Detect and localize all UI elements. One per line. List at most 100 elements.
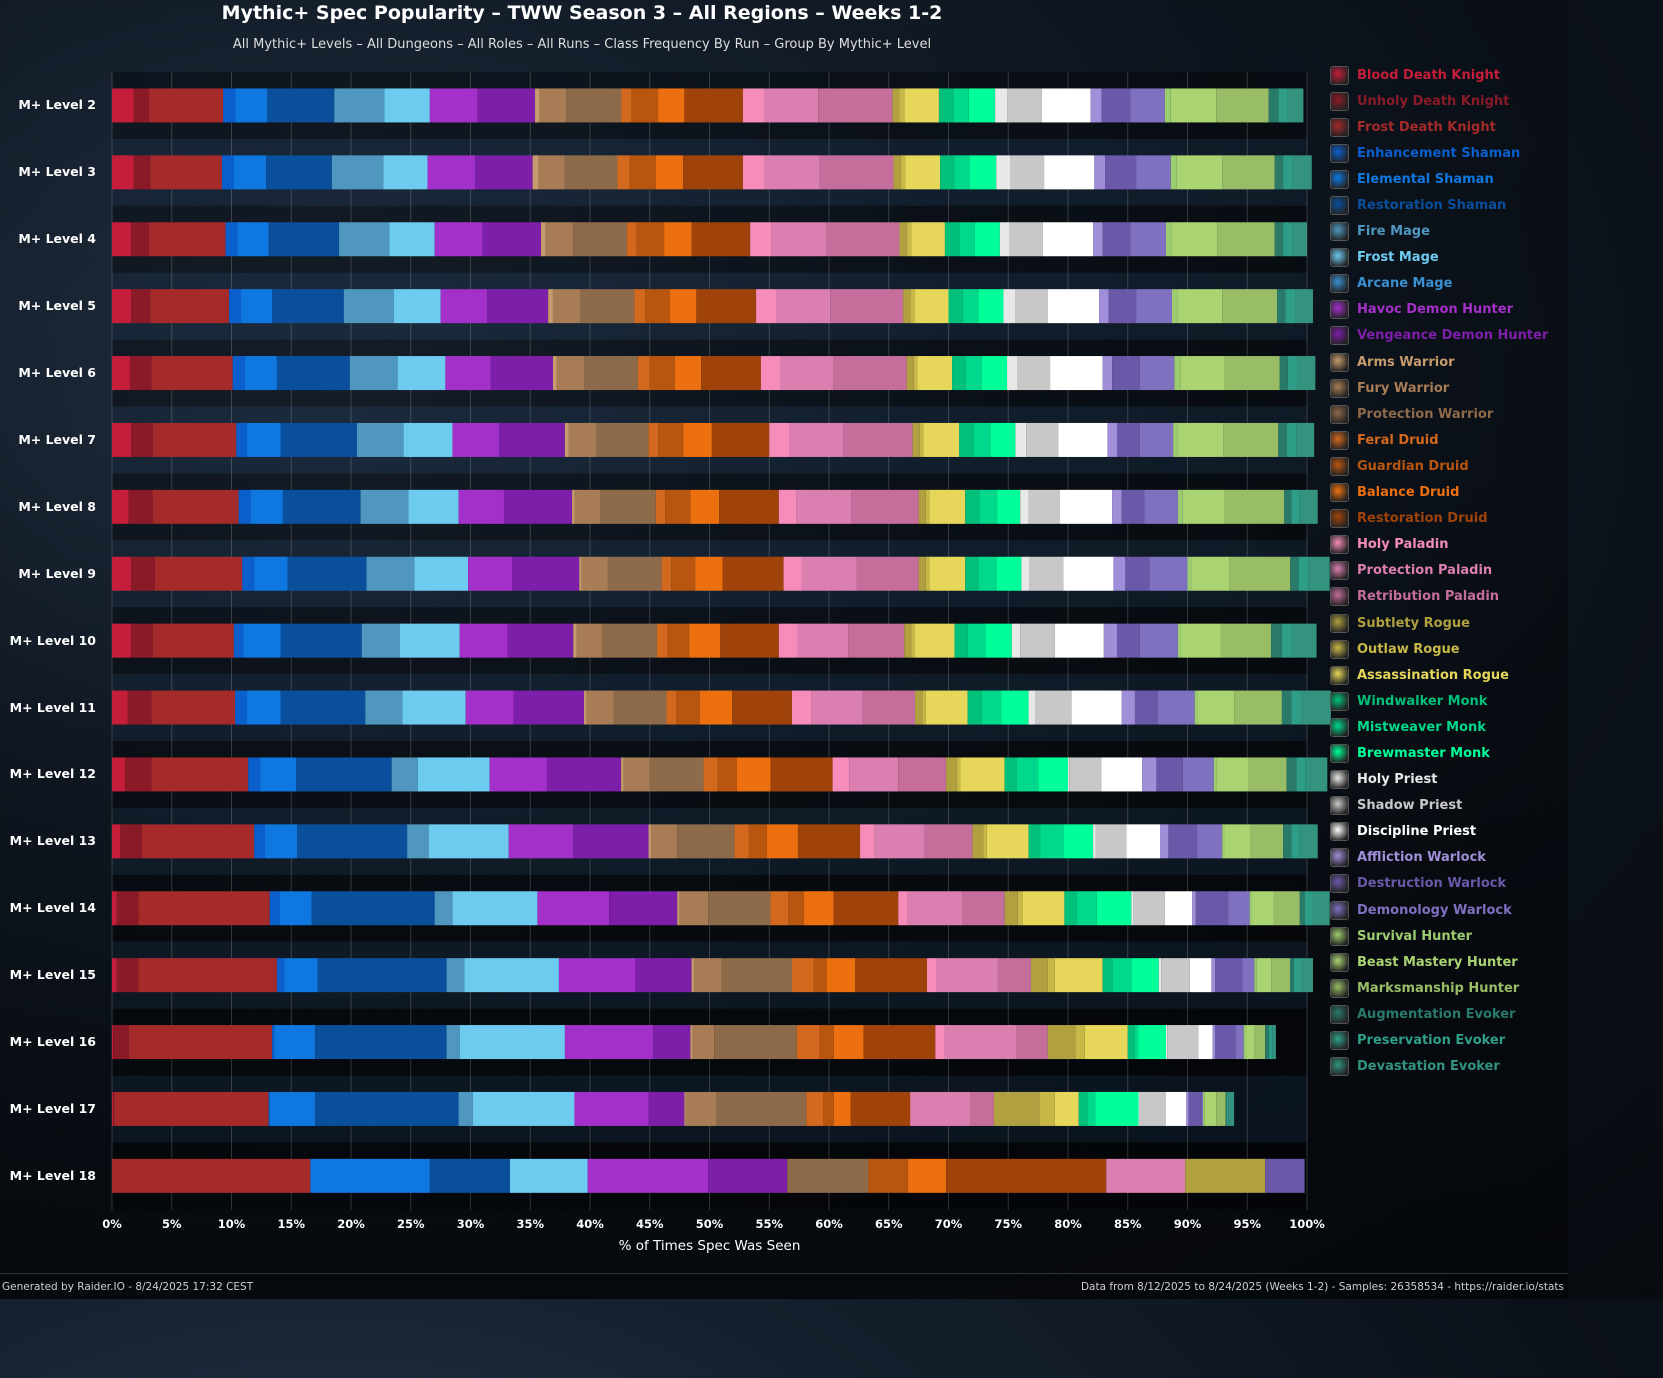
bar-segment[interactable] xyxy=(1286,757,1297,792)
bar-segment[interactable] xyxy=(677,891,680,926)
bar-segment[interactable] xyxy=(1290,556,1299,591)
bar-segment[interactable] xyxy=(284,958,318,993)
bar-segment[interactable] xyxy=(477,88,536,123)
bar-segment[interactable] xyxy=(112,356,130,391)
legend-item[interactable]: Blood Death Knight xyxy=(1330,62,1566,88)
bar-segment[interactable] xyxy=(684,88,743,123)
bar-segment[interactable] xyxy=(690,489,720,524)
bar-segment[interactable] xyxy=(1096,891,1132,926)
bar-segment[interactable] xyxy=(1287,356,1298,391)
bar-segment[interactable] xyxy=(151,356,233,391)
bar-segment[interactable] xyxy=(128,1025,273,1060)
bar-segment[interactable] xyxy=(434,222,483,257)
bar-segment[interactable] xyxy=(907,1158,947,1193)
bar-segment[interactable] xyxy=(112,757,126,792)
bar-segment[interactable] xyxy=(151,690,236,725)
bar-segment[interactable] xyxy=(701,356,761,391)
bar-segment[interactable] xyxy=(556,356,585,391)
bar-segment[interactable] xyxy=(279,891,312,926)
bar-segment[interactable] xyxy=(796,489,852,524)
bar-segment[interactable] xyxy=(978,556,997,591)
bar-segment[interactable] xyxy=(1291,824,1300,859)
bar-segment[interactable] xyxy=(276,958,285,993)
bar-segment[interactable] xyxy=(750,222,772,257)
bar-segment[interactable] xyxy=(832,757,850,792)
bar-segment[interactable] xyxy=(1139,1091,1166,1126)
bar-segment[interactable] xyxy=(223,88,236,123)
bar-segment[interactable] xyxy=(780,356,834,391)
legend-item[interactable]: Retribution Paladin xyxy=(1330,584,1566,610)
bar-segment[interactable] xyxy=(112,690,128,725)
bar-segment[interactable] xyxy=(266,155,332,190)
bar-segment[interactable] xyxy=(974,222,1000,257)
bar-segment[interactable] xyxy=(1268,1025,1273,1060)
bar-segment[interactable] xyxy=(656,623,668,658)
bar-segment[interactable] xyxy=(573,222,628,257)
bar-segment[interactable] xyxy=(1038,757,1068,792)
bar-segment[interactable] xyxy=(903,289,911,324)
bar-segment[interactable] xyxy=(155,556,243,591)
bar-segment[interactable] xyxy=(1090,88,1102,123)
bar-segment[interactable] xyxy=(541,222,546,257)
bar-segment[interactable] xyxy=(384,88,430,123)
bar-segment[interactable] xyxy=(1228,891,1250,926)
bar-segment[interactable] xyxy=(913,356,918,391)
bar-segment[interactable] xyxy=(1142,757,1157,792)
bar-segment[interactable] xyxy=(650,824,678,859)
bar-segment[interactable] xyxy=(1281,623,1292,658)
bar-segment[interactable] xyxy=(629,155,656,190)
bar-segment[interactable] xyxy=(445,356,491,391)
legend-item[interactable]: Fury Warrior xyxy=(1330,375,1566,401)
bar-segment[interactable] xyxy=(693,958,722,993)
bar-segment[interactable] xyxy=(1246,1025,1255,1060)
bar-segment[interactable] xyxy=(141,824,255,859)
bar-segment[interactable] xyxy=(1131,958,1159,993)
bar-segment[interactable] xyxy=(238,489,251,524)
bar-segment[interactable] xyxy=(997,489,1021,524)
bar-segment[interactable] xyxy=(1216,88,1269,123)
legend-item[interactable]: Holy Priest xyxy=(1330,767,1566,793)
bar-segment[interactable] xyxy=(407,824,429,859)
bar-segment[interactable] xyxy=(801,556,857,591)
bar-segment[interactable] xyxy=(946,757,957,792)
bar-segment[interactable] xyxy=(1116,623,1140,658)
bar-segment[interactable] xyxy=(458,489,504,524)
bar-segment[interactable] xyxy=(1099,289,1109,324)
bar-segment[interactable] xyxy=(116,958,139,993)
bar-segment[interactable] xyxy=(112,489,129,524)
legend-item[interactable]: Shadow Priest xyxy=(1330,793,1566,819)
legend-item[interactable]: Marksmanship Hunter xyxy=(1330,975,1566,1001)
bar-segment[interactable] xyxy=(674,356,702,391)
bar-segment[interactable] xyxy=(552,356,557,391)
bar-segment[interactable] xyxy=(402,690,466,725)
bar-segment[interactable] xyxy=(676,690,700,725)
bar-segment[interactable] xyxy=(797,623,849,658)
bar-segment[interactable] xyxy=(778,489,797,524)
bar-segment[interactable] xyxy=(1138,1025,1166,1060)
bar-segment[interactable] xyxy=(1017,891,1023,926)
bar-segment[interactable] xyxy=(1295,289,1313,324)
bar-segment[interactable] xyxy=(900,155,906,190)
legend-item[interactable]: Guardian Druid xyxy=(1330,453,1566,479)
bar-segment[interactable] xyxy=(128,489,153,524)
bar-segment[interactable] xyxy=(1170,155,1177,190)
bar-segment[interactable] xyxy=(152,623,234,658)
bar-segment[interactable] xyxy=(339,222,390,257)
bar-segment[interactable] xyxy=(699,690,733,725)
bar-segment[interactable] xyxy=(899,88,905,123)
bar-segment[interactable] xyxy=(446,1025,460,1060)
bar-segment[interactable] xyxy=(711,422,770,457)
bar-segment[interactable] xyxy=(114,1091,269,1126)
bar-segment[interactable] xyxy=(868,1158,908,1193)
bar-segment[interactable] xyxy=(918,489,926,524)
bar-segment[interactable] xyxy=(310,1158,430,1193)
bar-segment[interactable] xyxy=(429,88,478,123)
bar-segment[interactable] xyxy=(1125,556,1150,591)
bar-segment[interactable] xyxy=(609,891,678,926)
bar-segment[interactable] xyxy=(899,222,907,257)
bar-segment[interactable] xyxy=(649,356,675,391)
bar-segment[interactable] xyxy=(892,88,900,123)
bar-segment[interactable] xyxy=(823,1091,834,1126)
bar-segment[interactable] xyxy=(440,289,488,324)
bar-segment[interactable] xyxy=(708,1158,788,1193)
